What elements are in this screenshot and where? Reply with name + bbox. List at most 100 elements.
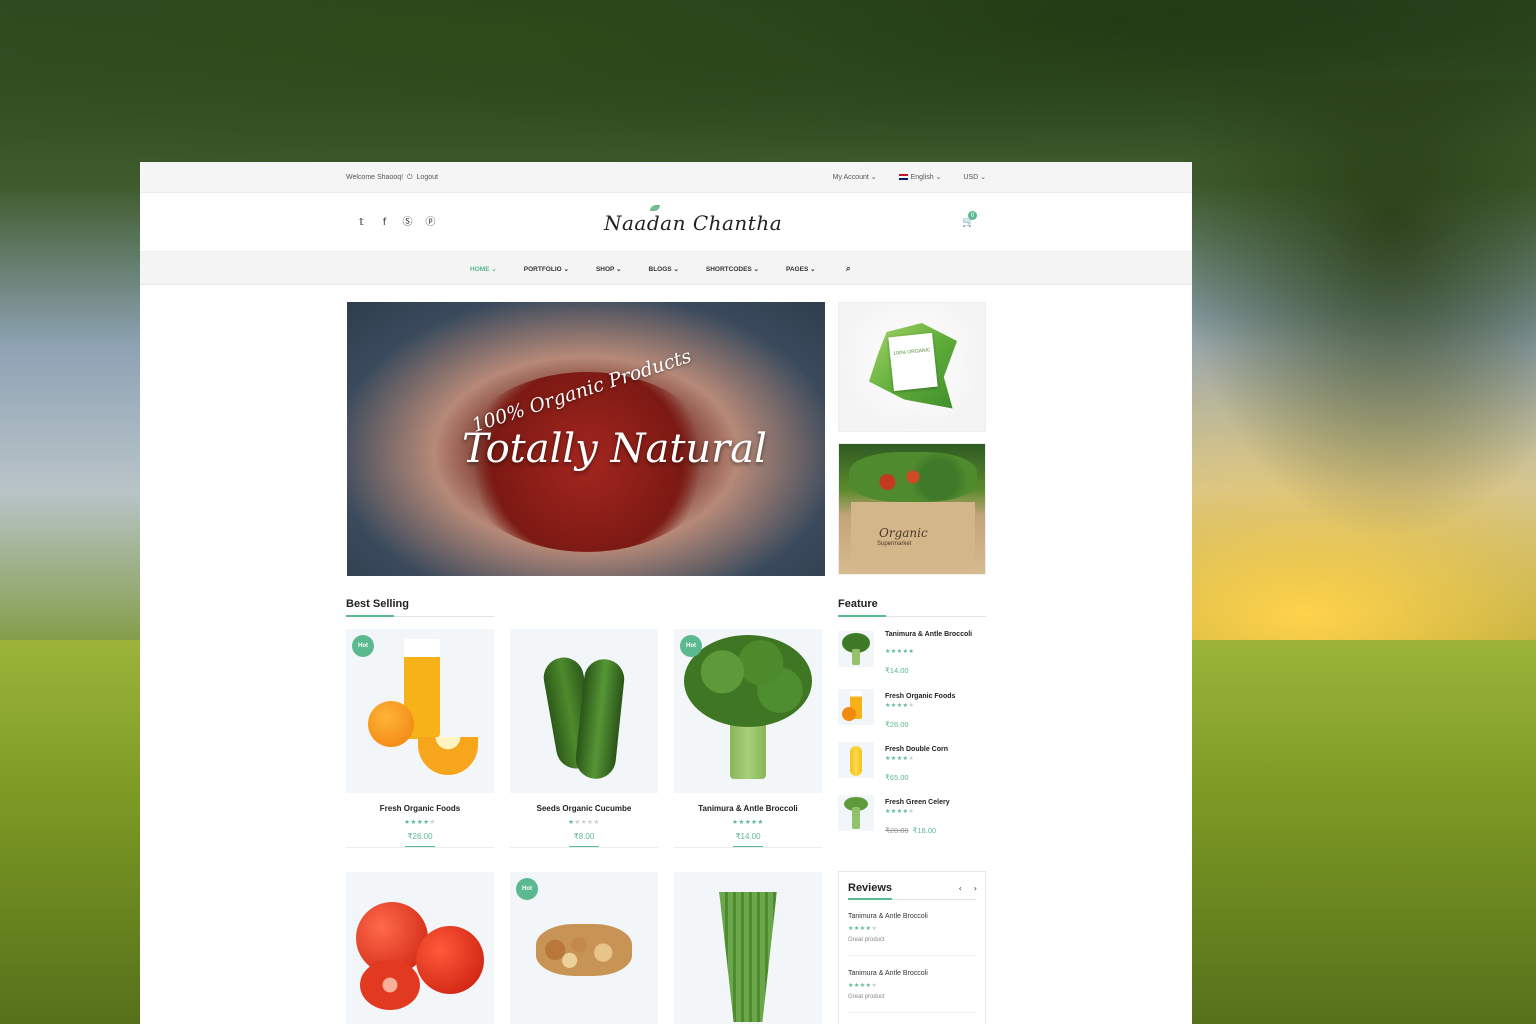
orange-slice [418,737,478,775]
site-logo[interactable]: Naadan Chantha [604,205,783,235]
asparagus [719,892,777,1022]
feature-item[interactable]: Tanimura & Antle Broccoli ★★★★★ ₹14.00 [838,631,986,681]
feature-item[interactable]: Fresh Double Corn ★★★★★ ₹65.00 [838,742,986,788]
feature-thumb[interactable] [838,795,874,831]
nav-item-shop[interactable]: SHOP ⌄ [596,265,622,273]
nav-item-shortcodes[interactable]: SHORTCODES ⌄ [706,265,759,273]
skype-icon[interactable]: Ⓢ [402,217,413,228]
product-image[interactable] [346,872,494,1024]
feature-divider [838,615,986,617]
feature-thumb[interactable] [838,689,874,725]
currency-dropdown[interactable]: USD ⌄ [963,173,986,181]
reviews-nav: ‹ › [959,884,977,893]
product-card[interactable]: Seeds Organic Cucumbe ★★★★★ ₹8.00 [510,629,658,848]
logout-icon: ⏻ [407,174,413,181]
language-dropdown[interactable]: English ⌄ [898,173,941,181]
product-image[interactable]: Hot [510,872,658,1024]
feature-price: ₹65.00 [885,773,909,782]
top-bar: Welcome Shaooq! ⏻ Logout My Account ⌄ En… [140,162,1192,193]
product-card[interactable]: Hot Tanimura & Antle Broccoli ★★★★★ ₹14.… [674,629,822,848]
review-comment: Great product [848,994,885,1000]
feature-title: Feature [838,598,878,610]
best-selling-divider [346,615,494,617]
review-product[interactable]: Tanimura & Antle Broccoli [848,913,976,920]
header: 𝕥 f Ⓢ ⓟ Naadan Chantha 🛒 0 [140,193,1192,252]
review-item[interactable]: Tanimura & Antle Broccoli ★★★★★ Great pr… [848,913,976,956]
twitter-icon[interactable]: 𝕥 [356,217,367,228]
welcome-text: Welcome Shaooq! [346,174,404,181]
side-banner-organic-box[interactable]: Organic Supermarket [838,443,986,575]
logo-text: Naadan Chantha [604,211,783,235]
social-links: 𝕥 f Ⓢ ⓟ [356,217,436,228]
feature-thumb[interactable] [838,742,874,778]
product-image[interactable] [674,872,822,1024]
hero-headline: Totally Natural [462,426,767,472]
vegetables-graphic [849,452,977,502]
product-card[interactable] [346,872,494,1024]
product-name[interactable]: Tanimura & Antle Broccoli [674,804,822,813]
card-divider [510,847,658,848]
broccoli-head [684,635,812,727]
feature-item[interactable]: Fresh Green Celery ★★★★★ ₹20.00 ₹18.00 [838,795,986,841]
facebook-icon[interactable]: f [379,217,390,228]
feature-name[interactable]: Fresh Organic Foods [885,693,985,701]
side-banner-organic-leaves[interactable]: 100% ORGANIC [838,302,986,432]
background-tree [1176,80,1536,540]
cart-icon[interactable]: 🛒 0 [962,211,977,228]
product-price: ₹14.00 [735,832,761,841]
rating-stars: ★★★★★ [885,755,915,762]
orange-mini [842,707,856,721]
prev-arrow-icon[interactable]: ‹ [959,884,962,893]
next-arrow-icon[interactable]: › [974,884,977,893]
review-separator [848,1012,976,1013]
feature-price: ₹26.00 [885,720,909,729]
main-nav: HOME ⌄ PORTFOLIO ⌄ SHOP ⌄ BLOGS ⌄ SHORTC… [140,252,1192,285]
product-image[interactable]: Hot [674,629,822,793]
pinterest-icon[interactable]: ⓟ [425,217,436,228]
box-brand: Organic [879,526,928,540]
corn-mini [850,746,862,776]
card-divider [674,847,822,848]
product-card[interactable]: Hot Fresh Organic Foods ★★★★★ ₹26.00 [346,629,494,848]
product-name[interactable]: Seeds Organic Cucumbe [510,804,658,813]
rating-stars: ★★★★★ [404,818,436,826]
search-icon[interactable]: ⌕ [846,264,850,274]
product-image[interactable] [510,629,658,793]
feature-name[interactable]: Fresh Green Celery [885,799,985,807]
hero-slider[interactable]: 100% Organic Products Totally Natural [347,302,825,576]
feature-price: ₹20.00 ₹18.00 [885,826,936,835]
logout-link[interactable]: Logout [417,174,438,181]
product-card[interactable]: Hot [510,872,658,1024]
feature-name[interactable]: Tanimura & Antle Broccoli [885,631,985,639]
product-card[interactable] [674,872,822,1024]
box-subtitle: Supermarket [877,541,912,547]
card-divider [346,847,494,848]
feature-name[interactable]: Fresh Double Corn [885,746,985,754]
review-item[interactable]: Tanimura & Antle Broccoli ★★★★★ Great pr… [848,970,976,1013]
review-separator [848,955,976,956]
rating-stars: ★★★★★ [848,925,878,932]
product-name[interactable]: Fresh Organic Foods [346,804,494,813]
review-product[interactable]: Tanimura & Antle Broccoli [848,970,976,977]
feature-thumb[interactable] [838,631,874,667]
old-price: ₹20.00 [885,826,909,835]
my-account-dropdown[interactable]: My Account ⌄ [833,173,877,181]
hot-badge: Hot [516,878,538,900]
product-image[interactable]: Hot [346,629,494,793]
reviews-divider [848,898,976,900]
nav-item-portfolio[interactable]: PORTFOLIO ⌄ [524,265,569,273]
feature-item[interactable]: Fresh Organic Foods ★★★★★ ₹26.00 [838,689,986,735]
nav-item-blogs[interactable]: BLOGS ⌄ [649,265,679,273]
top-bar-right: My Account ⌄ English ⌄ USD ⌄ [833,173,986,181]
organic-card: 100% ORGANIC [888,332,938,392]
mixed-nuts [536,924,632,976]
nav-item-home[interactable]: HOME ⌄ [470,265,497,273]
reviews-widget: Reviews ‹ › Tanimura & Antle Broccoli ★★… [838,871,986,1024]
nav-item-pages[interactable]: PAGES ⌄ [786,265,816,273]
celery-mini-stalk [852,807,860,829]
uk-flag-icon [898,174,908,180]
feature-price: ₹14.00 [885,666,909,675]
rating-stars: ★★★★★ [848,982,878,989]
tomato [416,926,484,994]
review-comment: Great product [848,937,885,943]
